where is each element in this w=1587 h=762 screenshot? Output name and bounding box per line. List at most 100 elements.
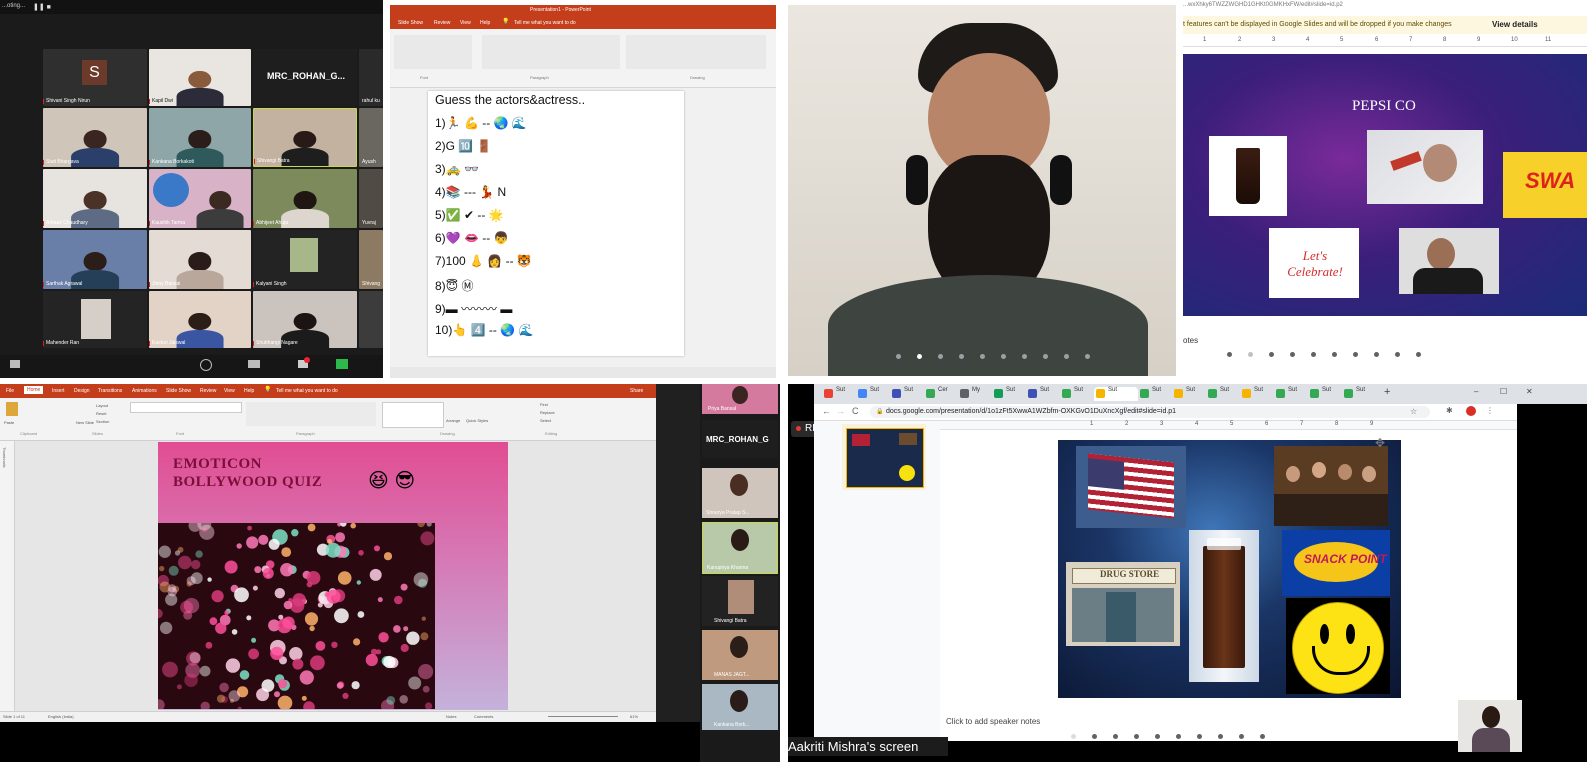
participant-tile[interactable]: Sarthak Agrawal [43,230,147,289]
browser-tab[interactable]: Sut [1240,387,1274,401]
participant-tile[interactable]: Shourya Pratap S... [702,468,778,518]
notes-area[interactable]: otes [1183,316,1587,378]
view-details-link[interactable]: View details [1492,20,1538,29]
paste-button[interactable]: Paste [4,420,14,425]
microphone-icon[interactable] [10,360,20,368]
tab-view[interactable]: View [224,388,235,394]
url-text[interactable]: ...wxXhky6TWZZWGHD1GHKt0GMKHxFW/edit#sli… [1183,2,1343,8]
browser-tab[interactable]: Sut [1172,387,1206,401]
participant-tile[interactable]: Ayush [359,108,383,167]
slide-canvas[interactable]: EMOTICON BOLLYWOOD QUIZ 😆 😎 [15,441,656,711]
participant-tile[interactable]: Kapil Dwi [149,49,251,106]
tab-review[interactable]: Review [200,388,216,394]
tab-transitions[interactable]: Transitions [98,388,122,394]
menu-icon[interactable]: ⋮ [1486,406,1494,415]
url-text[interactable]: docs.google.com/presentation/d/1o1zFt5Xw… [886,408,1176,415]
browser-tab[interactable]: Sut [1308,387,1342,401]
participant-tile[interactable]: MRC_ROHAN_G [702,420,778,458]
participant-tile[interactable]: Shivangi Batra [702,576,778,626]
shapes-gallery[interactable] [382,402,444,428]
arrange-button[interactable]: Arrange [446,418,460,423]
new-tab-button[interactable]: + [1384,386,1390,398]
filmstrip[interactable] [842,424,926,490]
participant-tile[interactable]: Kasturi Jaiswal [149,291,251,348]
forward-icon[interactable]: → [836,406,845,416]
participant-tile[interactable]: S Shivani Singh Nirun [43,49,147,106]
pepsi-slide[interactable]: PEPSI CO SWA Let's Celebrate! [1183,54,1587,316]
section-button[interactable]: Section [96,419,109,424]
participant-tile[interactable]: rahul ku [359,49,383,106]
tab-insert[interactable]: Insert [52,388,65,394]
zoom-slider[interactable] [548,716,618,717]
font-name-select[interactable] [130,402,242,413]
speaker-notes-input[interactable]: Click to add speaker notes [946,717,1040,726]
browser-tab[interactable]: Sut [1342,387,1376,401]
browser-tab[interactable]: My [958,387,992,401]
extensions-icon[interactable]: ✱ [1446,406,1453,415]
share-screen-icon[interactable] [336,359,348,369]
notes-button[interactable]: Notes [446,714,456,719]
tab-slide-show[interactable]: Slide Show [166,388,191,394]
bollywood-slide[interactable]: EMOTICON BOLLYWOOD QUIZ 😆 😎 [158,442,508,710]
participant-tile-active-speaker[interactable]: Shivangi Batra [253,108,357,167]
participant-tile[interactable]: Priya Bansal [702,384,778,414]
browser-tab[interactable]: Sut [822,387,856,401]
paste-icon[interactable] [6,402,18,416]
carousel-dots[interactable] [888,346,1098,364]
zoom-level[interactable]: 61% [630,714,638,719]
participant-tile[interactable]: Abhijeet Ahuja [253,169,357,228]
replace-button[interactable]: Replace [540,410,555,415]
close-icon[interactable]: ✕ [1526,387,1533,396]
tab-design[interactable]: Design [74,388,90,394]
tell-me-search[interactable]: Tell me what you want to do [276,388,338,394]
browser-tab[interactable]: Sut [1060,387,1094,401]
language-indicator[interactable]: English (India) [48,714,74,719]
slide-workspace[interactable]: 1 2 3 4 5 6 7 8 9 DRUG STORE SNACK POINT… [940,421,1517,741]
tab-animations[interactable]: Animations [132,388,157,394]
pause-icon[interactable]: ❚❚ ■ [33,3,51,11]
participant-tile[interactable]: MANAS JAGT... [702,630,778,680]
participant-tile[interactable]: Shubhangi Nagare [253,291,357,348]
slide-thumbnail[interactable] [846,428,924,488]
browser-tab[interactable]: Sut [890,387,924,401]
participant-tile-active-speaker[interactable]: Kanupriya Khanna [702,522,778,574]
reset-button[interactable]: Reset [96,411,106,416]
select-button[interactable]: Select [540,418,551,423]
browser-tab[interactable]: Sut [1274,387,1308,401]
tab-file[interactable]: File [6,388,14,394]
thumbnails-pane[interactable]: Thumbnails [0,441,15,711]
tab-review[interactable]: Review [434,20,450,26]
participant-tile[interactable]: Yuvraj [359,169,383,228]
participant-tile[interactable]: Stuti Bhargava [43,108,147,167]
reload-icon[interactable]: C [852,406,859,416]
participants-icon[interactable] [248,360,260,368]
browser-tab[interactable]: Sut [1138,387,1172,401]
security-icon[interactable] [200,359,212,371]
url-bar[interactable]: ...wxXhky6TWZZWGHD1GHKt0GMKHxFW/edit#sli… [1183,0,1587,14]
address-bar[interactable]: 🔒 docs.google.com/presentation/d/1o1zFt5… [870,406,1430,418]
comments-button[interactable]: Comments [474,714,493,719]
quiz-slide[interactable]: Guess the actors&actress.. 1)🏃 💪 -- 🌏 🌊 … [428,91,684,356]
participant-tile[interactable]: Kankana Bork... [702,684,778,730]
browser-tab[interactable]: Sut [1206,387,1240,401]
participant-tile[interactable]: Kankana Borkakoti [149,108,251,167]
back-icon[interactable]: ← [822,406,831,416]
participant-tile[interactable]: Arbaaz Chaudhary [43,169,147,228]
browser-tab[interactable]: Sut [856,387,890,401]
tab-view[interactable]: View [460,20,471,26]
quick-styles-button[interactable]: Quick Styles [466,418,488,423]
participant-tile[interactable]: Mahender Ran [43,291,147,348]
collage-slide[interactable]: DRUG STORE SNACK POINT [1058,440,1401,698]
carousel-dots[interactable] [1063,726,1273,744]
participant-tile[interactable]: Jinny Bansal [149,230,251,289]
tab-help[interactable]: Help [480,20,490,26]
participant-tile[interactable]: Kalyani Singh [253,230,357,289]
participant-tile[interactable] [359,291,383,348]
maximize-icon[interactable]: ☐ [1500,387,1507,396]
star-icon[interactable]: ☆ [1410,407,1417,416]
share-button[interactable]: Share [630,388,643,394]
browser-tab[interactable]: Sut [1026,387,1060,401]
carousel-dots[interactable] [1219,344,1429,362]
participant-tile[interactable]: MRC_ROHAN_G... [253,49,357,106]
avatar[interactable] [1466,406,1476,416]
